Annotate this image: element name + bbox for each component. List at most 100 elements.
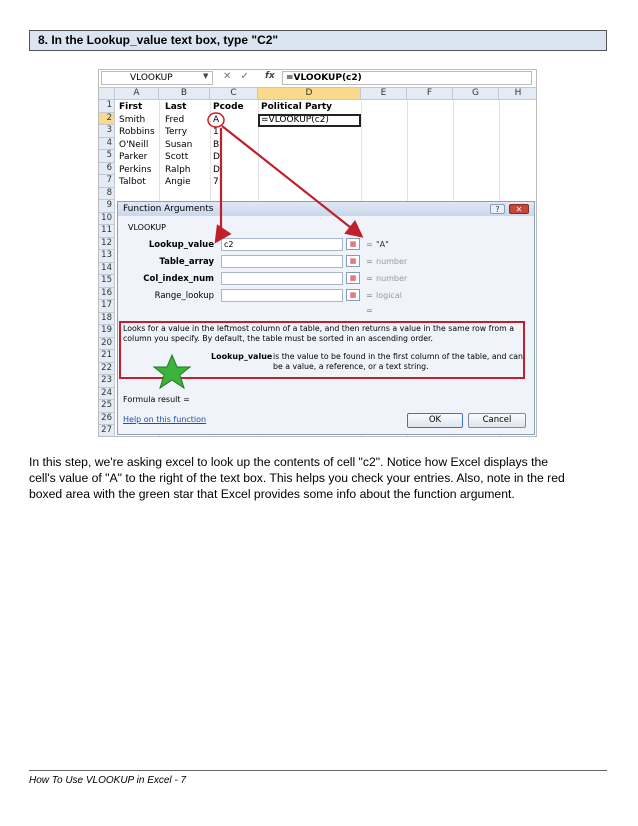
column-header-h[interactable]: H	[499, 88, 536, 100]
function-name: VLOOKUP	[128, 223, 166, 232]
row-header[interactable]: 8	[99, 187, 115, 200]
cancel-confirm-icons[interactable]: ✕ ✓	[223, 71, 252, 82]
lookup-value-result: "A"	[376, 240, 389, 249]
row-header[interactable]: 15	[99, 275, 115, 288]
equals-sign: =	[366, 291, 373, 300]
range-picker-icon[interactable]: ▦	[346, 272, 360, 284]
cell-b4[interactable]: Susan	[165, 139, 192, 152]
cell-c1[interactable]: Pcode	[213, 101, 244, 114]
ok-button[interactable]: OK	[407, 413, 463, 428]
cell-c7[interactable]: 7	[213, 176, 219, 189]
range-lookup-result: logical	[376, 291, 402, 300]
select-all-corner[interactable]	[99, 88, 115, 100]
function-description: Looks for a value in the leftmost column…	[123, 324, 515, 343]
cell-b3[interactable]: Terry	[165, 126, 187, 139]
close-button[interactable]: ✕	[509, 204, 529, 214]
footer-divider	[29, 770, 607, 771]
paragraph-line: cell's value of "A" to the right of the …	[29, 471, 565, 485]
equals-sign: =	[366, 257, 373, 266]
cell-b2[interactable]: Fred	[165, 114, 184, 127]
row-header[interactable]: 24	[99, 387, 115, 400]
cell-a5[interactable]: Parker	[119, 151, 147, 164]
range-picker-icon[interactable]: ▦	[346, 255, 360, 267]
row-header[interactable]: 22	[99, 362, 115, 375]
row-header[interactable]: 25	[99, 400, 115, 413]
row-header[interactable]: 12	[99, 237, 115, 250]
step-heading: 8. In the Lookup_value text box, type "C…	[29, 30, 607, 51]
formula-result: Formula result =	[123, 395, 190, 404]
row-header[interactable]: 5	[99, 150, 115, 163]
row-header[interactable]: 1	[99, 100, 115, 113]
row-header[interactable]: 2	[99, 112, 115, 125]
insert-function-icon[interactable]: fx	[265, 71, 275, 81]
cell-a4[interactable]: O'Neill	[119, 139, 148, 152]
row-header[interactable]: 6	[99, 162, 115, 175]
row-header[interactable]: 4	[99, 137, 115, 150]
cell-a6[interactable]: Perkins	[119, 164, 151, 177]
arg-label-col-index-num: Col_index_num	[143, 274, 214, 284]
range-picker-icon[interactable]: ▦	[346, 289, 360, 301]
column-header-d[interactable]: D	[258, 88, 361, 100]
row-header[interactable]: 17	[99, 300, 115, 313]
row-header[interactable]: 27	[99, 425, 115, 436]
cell-a2[interactable]: Smith	[119, 114, 145, 127]
range-lookup-input[interactable]	[221, 289, 343, 302]
row-header[interactable]: 7	[99, 175, 115, 188]
row-header[interactable]: 11	[99, 225, 115, 238]
cell-b6[interactable]: Ralph	[165, 164, 191, 177]
table-array-result: number	[376, 257, 408, 266]
cell-c6[interactable]: D	[213, 164, 220, 177]
name-box[interactable]: VLOOKUP	[101, 71, 213, 85]
row-header[interactable]: 3	[99, 125, 115, 138]
row-header[interactable]: 19	[99, 325, 115, 338]
cell-a1[interactable]: First	[119, 101, 142, 114]
equals-sign: =	[366, 274, 373, 283]
cell-b1[interactable]: Last	[165, 101, 186, 114]
row-header[interactable]: 14	[99, 262, 115, 275]
dialog-title: Function Arguments	[118, 202, 534, 216]
column-header-b[interactable]: B	[159, 88, 210, 100]
table-array-input[interactable]	[221, 255, 343, 268]
row-header[interactable]: 10	[99, 212, 115, 225]
column-header-a[interactable]: A	[115, 88, 159, 100]
cell-a7[interactable]: Talbot	[119, 176, 146, 189]
help-icon[interactable]: ?	[490, 204, 505, 214]
cell-b7[interactable]: Angie	[165, 176, 191, 189]
column-header-c[interactable]: C	[210, 88, 258, 100]
cell-a3[interactable]: Robbins	[119, 126, 155, 139]
cell-c3[interactable]: 1	[213, 126, 219, 139]
row-header[interactable]: 13	[99, 250, 115, 263]
row-header[interactable]: 21	[99, 350, 115, 363]
cell-c4[interactable]: B	[213, 139, 219, 152]
column-header-f[interactable]: F	[407, 88, 453, 100]
row-header[interactable]: 9	[99, 200, 115, 213]
cell-c2[interactable]: A	[213, 114, 219, 127]
paragraph-line: boxed area with the green star that Exce…	[29, 487, 515, 501]
excel-screenshot: VLOOKUP ▼ ✕ ✓ fx =VLOOKUP(c2) A B C D E …	[98, 69, 537, 437]
paragraph-line: In this step, we're asking excel to look…	[29, 455, 549, 469]
page-footer: How To Use VLOOKUP in Excel - 7	[29, 775, 187, 786]
cell-d1[interactable]: Political Party	[261, 101, 332, 114]
row-header[interactable]: 20	[99, 337, 115, 350]
formula-bar: VLOOKUP ▼ ✕ ✓ fx =VLOOKUP(c2)	[99, 70, 536, 88]
row-header[interactable]: 18	[99, 312, 115, 325]
help-on-function-link[interactable]: Help on this function	[123, 415, 206, 424]
row-header[interactable]: 26	[99, 412, 115, 425]
row-header[interactable]: 23	[99, 375, 115, 388]
row-header[interactable]: 16	[99, 287, 115, 300]
argument-description-name: Lookup_value	[211, 352, 273, 361]
column-header-e[interactable]: E	[361, 88, 407, 100]
range-picker-icon[interactable]: ▦	[346, 238, 360, 250]
column-header-g[interactable]: G	[453, 88, 499, 100]
cancel-button[interactable]: Cancel	[468, 413, 526, 428]
col-index-num-input[interactable]	[221, 272, 343, 285]
col-index-num-result: number	[376, 274, 408, 283]
formula-input[interactable]: =VLOOKUP(c2)	[282, 71, 532, 85]
active-cell-outline	[258, 114, 361, 127]
name-box-dropdown-icon[interactable]: ▼	[203, 72, 208, 80]
cell-c5[interactable]: D	[213, 151, 220, 164]
lookup-value-input[interactable]: c2	[221, 238, 343, 251]
equals-sign: =	[366, 240, 373, 249]
argument-description-text: is the value to be found in the first co…	[273, 352, 523, 371]
cell-b5[interactable]: Scott	[165, 151, 188, 164]
